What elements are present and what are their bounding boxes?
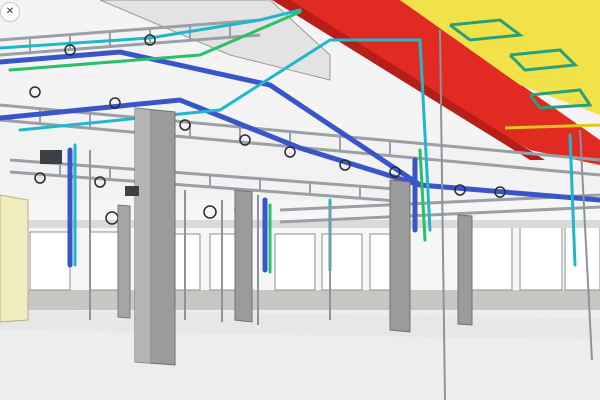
3d-mep-model-render <box>0 0 600 400</box>
close-button[interactable]: ✕ <box>0 2 20 22</box>
left-yellow-wall <box>0 194 29 323</box>
bim-model-viewer[interactable]: ✕ <box>0 0 600 400</box>
close-icon: ✕ <box>5 6 15 17</box>
